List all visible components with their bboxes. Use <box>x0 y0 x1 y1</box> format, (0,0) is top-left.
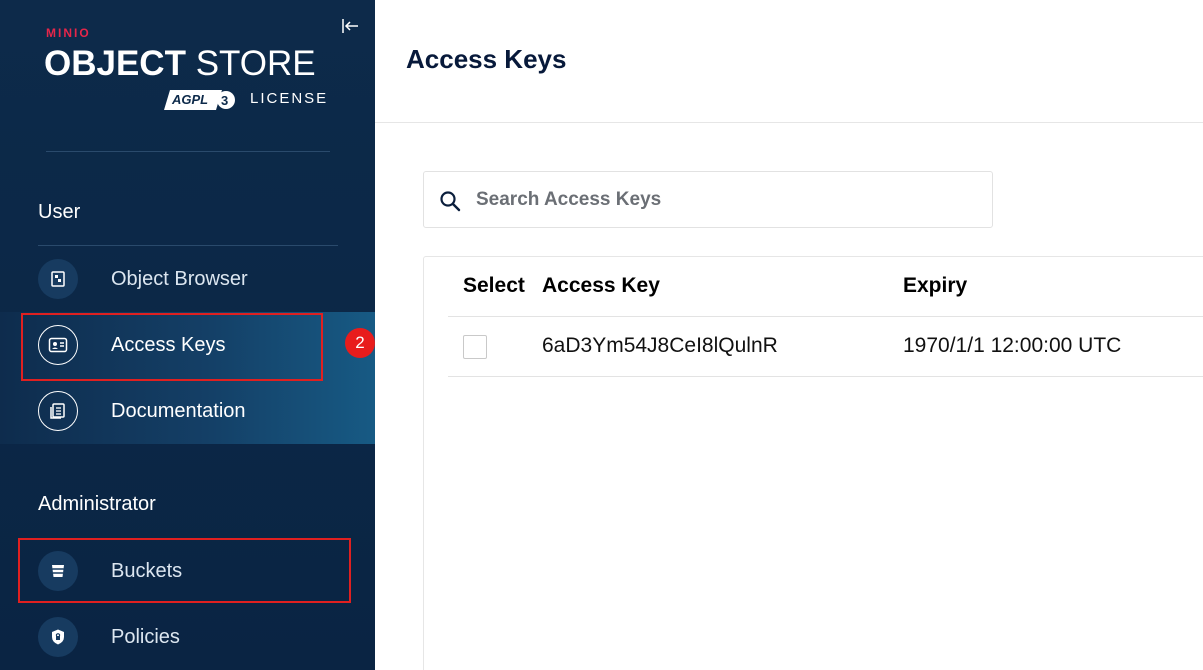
section-divider <box>38 245 338 246</box>
annotation-badge-2: 2 <box>345 328 375 358</box>
annotation-box-buckets <box>18 538 351 603</box>
sidebar-item-label: Object Browser <box>111 267 248 290</box>
product-name-light: STORE <box>195 44 316 83</box>
svg-text:AGPL: AGPL <box>171 92 208 107</box>
header-row-divider <box>448 316 1203 317</box>
search-icon <box>438 189 462 213</box>
object-browser-icon <box>38 259 78 299</box>
product-name-bold: OBJECT <box>44 44 186 83</box>
page-title: Access Keys <box>406 44 567 74</box>
access-keys-table <box>423 256 1203 670</box>
expiry-cell: 1970/1/1 12:00:00 UTC <box>903 334 1122 357</box>
logo-divider <box>46 151 330 152</box>
documentation-icon <box>38 391 78 431</box>
row-divider <box>448 376 1203 377</box>
section-title-administrator: Administrator <box>38 493 156 515</box>
row-select-checkbox[interactable] <box>463 335 487 359</box>
section-title-user: User <box>38 201 81 223</box>
column-header-expiry[interactable]: Expiry <box>903 274 967 298</box>
sidebar-item-label: Documentation <box>111 399 246 422</box>
access-key-cell[interactable]: 6aD3Ym54J8CeI8lQulnR <box>542 334 778 358</box>
sidebar-item-policies[interactable]: Policies <box>0 605 375 669</box>
agpl-logo: AGPL 3 <box>164 88 236 112</box>
search-box <box>423 171 993 228</box>
brand-name: MINIO <box>46 26 91 40</box>
search-input[interactable] <box>476 184 976 216</box>
header-divider <box>375 122 1203 123</box>
main-content: Access Keys Select Access Key Expiry 6aD… <box>375 0 1203 670</box>
product-name: OBJECT STORE <box>44 44 316 84</box>
sidebar-item-documentation[interactable]: Documentation <box>0 379 375 443</box>
column-header-access-key[interactable]: Access Key <box>542 274 660 298</box>
license-label: LICENSE <box>250 90 329 107</box>
sidebar-item-object-browser[interactable]: Object Browser <box>0 247 375 311</box>
policies-icon <box>38 617 78 657</box>
column-header-select[interactable]: Select <box>463 274 525 298</box>
sidebar-item-label: Policies <box>111 625 180 648</box>
annotation-box-access-keys <box>21 313 323 381</box>
svg-text:3: 3 <box>221 93 228 108</box>
collapse-sidebar-icon[interactable] <box>340 16 360 36</box>
